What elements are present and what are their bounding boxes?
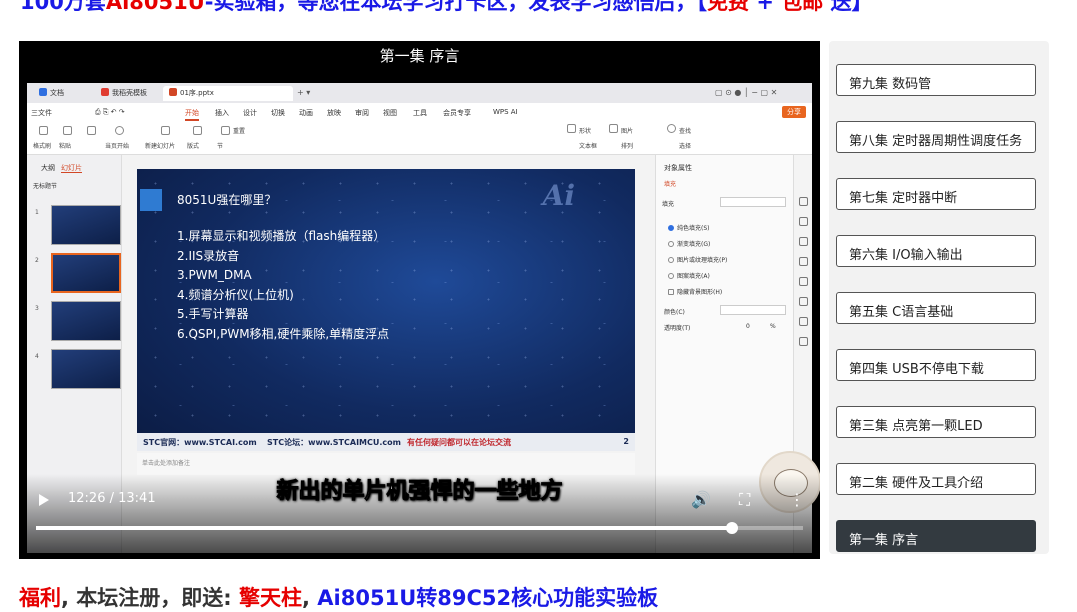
- bottom-welfare: 福利: [19, 586, 61, 610]
- new-slide-icon: [161, 126, 170, 135]
- cut-icon: [87, 126, 96, 135]
- props-fill-tab: 填充: [664, 181, 677, 188]
- play-from-icon: [115, 126, 124, 135]
- pptx-icon: [169, 88, 177, 96]
- banner-plus: +: [749, 0, 782, 14]
- more-icon[interactable]: ⋮: [789, 490, 805, 509]
- episode-item[interactable]: 第五集 C语言基础: [836, 292, 1036, 324]
- ai-logo: Ai: [542, 179, 575, 212]
- banner-text: -实验箱，等您在本坛学习打卡区，发表学习感悟后，【: [204, 0, 708, 14]
- print-icons: ⎙ ⎘ ↶ ↷: [95, 108, 125, 116]
- episode-playlist: 第九集 数码管 第八集 定时器周期性调度任务 第七集 定时器中断 第六集 I/O输入输…: [829, 41, 1049, 554]
- ribbon-toolbar: 格式刷 粘贴 当页开始 新建幻灯片 版式 节 重置 形状 图片 查找 文本框 排…: [27, 121, 812, 155]
- color-select: [720, 305, 786, 315]
- fill-select: [720, 197, 786, 207]
- tab-pptx: 01序.pptx: [163, 86, 293, 101]
- slide-item: 5.手写计算器: [177, 307, 249, 321]
- volume-icon[interactable]: 🔊: [691, 490, 711, 509]
- share-button: 分享: [782, 106, 806, 118]
- props-title: 对象属性: [664, 164, 692, 172]
- episode-item[interactable]: 第三集 点亮第一颗LED: [836, 406, 1036, 438]
- template-icon: [101, 88, 109, 96]
- reset-icon: [221, 126, 230, 135]
- new-tab-icon: + ▾: [297, 88, 311, 97]
- fullscreen-icon[interactable]: ⛶: [739, 490, 750, 510]
- episode-item[interactable]: 第四集 USB不停电下载: [836, 349, 1036, 381]
- banner-free: 免费: [707, 0, 750, 14]
- tab-docs: 文档: [33, 86, 70, 101]
- episode-item[interactable]: 第二集 硬件及工具介绍: [836, 463, 1036, 495]
- paste-icon: [63, 126, 72, 135]
- episode-item[interactable]: 第六集 I/O输入输出: [836, 235, 1036, 267]
- video-title: 第一集 序言: [379, 47, 460, 65]
- slide-item: 2.IIS录放音: [177, 248, 240, 263]
- bottom-text: , 本坛注册，即送:: [61, 586, 239, 610]
- slide-bullet-list: 1.屏幕显示和视频播放（flash编程器） 2.IIS录放音 3.PWM_DMA…: [177, 227, 389, 344]
- bottom-board: Ai8051U转89C52核心功能实验板: [317, 586, 659, 610]
- slide-footer: STC官网：www.STCAI.com STC论坛：www.STCAIMCU.c…: [137, 433, 635, 451]
- current-time: 12:26: [68, 491, 106, 506]
- progress-bar[interactable]: [36, 522, 803, 534]
- window-controls-icon: ▢ ⊙ ● │ − ▢ ✕: [715, 88, 778, 97]
- layout-icon: [193, 126, 202, 135]
- slide-item: 6.QSPI,PWM移相,硬件乘除,单精度浮点: [177, 326, 390, 341]
- tab-templates: 我稻壳模板: [95, 86, 153, 101]
- props-fill-label: 填充: [662, 201, 675, 208]
- banner-count: 100万套: [20, 0, 106, 14]
- slide-heading: 8051U强在哪里？: [177, 193, 277, 207]
- slide-thumb-3: [51, 301, 121, 341]
- find-icon: [667, 124, 676, 133]
- slide-item: 1.屏幕显示和视频播放（flash编程器）: [177, 229, 386, 243]
- time-display: 12:26 / 13:41: [68, 491, 156, 506]
- progress-fill: [36, 526, 733, 530]
- app-menubar: 三文件 ⎙ ⎘ ↶ ↷ 开始 插入 设计 切换 动画 放映 审阅 视图 工具 会…: [27, 103, 812, 121]
- video-player[interactable]: 第一集 序言 文档 我稻壳模板 01序.pptx + ▾ ▢ ⊙ ● │ − ▢…: [19, 41, 820, 559]
- slide-item: 4.频谱分析仪(上位机): [177, 287, 294, 302]
- panel-tabs: 大纲 幻灯片: [41, 164, 82, 173]
- play-button[interactable]: [39, 494, 49, 506]
- episode-item[interactable]: 第九集 数码管: [836, 64, 1036, 96]
- bottom-promo[interactable]: 福利, 本坛注册，即送: 擎天柱, Ai8051U转89C52核心功能实验板: [19, 582, 658, 612]
- section-label: 无标题节: [33, 183, 58, 190]
- browser-tabbar: 文档 我稻壳模板 01序.pptx + ▾ ▢ ⊙ ● │ − ▢ ✕: [27, 83, 812, 103]
- slide-thumb-4: [51, 349, 121, 389]
- episode-item[interactable]: 第一集 序言: [836, 520, 1036, 552]
- banner-shipping: 包邮: [781, 0, 824, 14]
- current-slide: 8051U强在哪里？ Ai 1.屏幕显示和视频播放（flash编程器） 2.II…: [137, 169, 635, 451]
- slide-thumb-1: [51, 205, 121, 245]
- slide-thumb-2: [51, 253, 121, 293]
- picture-icon: [609, 124, 618, 133]
- duration: 13:41: [118, 491, 156, 506]
- notes-area: 单击此处添加备注: [137, 453, 635, 475]
- banner-end: 送】: [823, 0, 873, 14]
- promo-banner[interactable]: 100万套Ai8051U-实验箱，等您在本坛学习打卡区，发表学习感悟后，【免费 …: [20, 0, 873, 16]
- slide-accent-block: [140, 189, 162, 211]
- bottom-product: 擎天柱: [239, 586, 302, 610]
- banner-product: Ai8051U: [105, 0, 205, 14]
- episode-item[interactable]: 第八集 定时器周期性调度任务: [836, 121, 1036, 153]
- shape-icon: [567, 124, 576, 133]
- slide-item: 3.PWM_DMA: [177, 268, 252, 282]
- docs-icon: [39, 88, 47, 96]
- episode-item[interactable]: 第七集 定时器中断: [836, 178, 1036, 210]
- brush-icon: [39, 126, 48, 135]
